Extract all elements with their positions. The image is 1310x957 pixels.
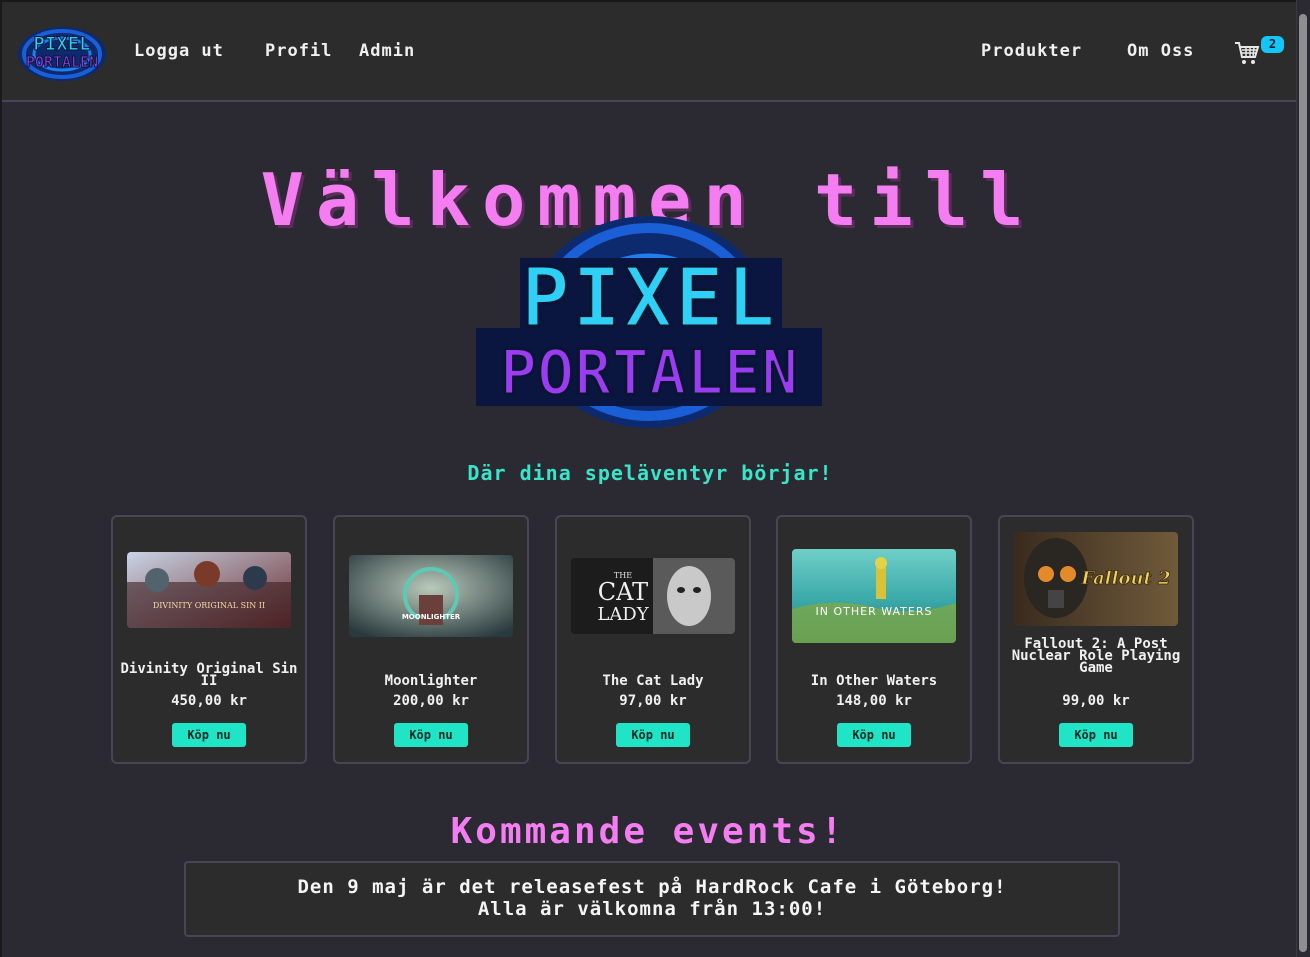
product-image-text: MOONLIGHTER bbox=[402, 613, 461, 621]
event-text-line-2: Alla är välkomna från 13:00! bbox=[477, 898, 827, 920]
product-image-text: Fallout 2 bbox=[1080, 568, 1170, 589]
buy-button[interactable]: Köp nu bbox=[837, 723, 911, 747]
product-image-in-other-waters[interactable]: IN OTHER WATERS bbox=[792, 549, 956, 643]
hero-logo-text-top: PIXEL bbox=[521, 251, 778, 346]
product-card: THE CAT LADY The Cat Lady 97,00 kr Köp n… bbox=[555, 515, 751, 764]
tagline: Där dina speläventyr börjar! bbox=[467, 461, 833, 485]
events-box: Den 9 maj är det releasefest på HardRock… bbox=[184, 861, 1120, 937]
nav-logo-text-top: PIXEL bbox=[33, 33, 90, 55]
navbar: PIXEL PORTALEN Logga ut Profil Admin Pro… bbox=[2, 2, 1296, 102]
product-price: 99,00 kr bbox=[1062, 693, 1130, 709]
buy-button[interactable]: Köp nu bbox=[616, 723, 690, 747]
product-image-text-line1: CAT bbox=[598, 578, 648, 606]
nav-link-om-oss[interactable]: Om Oss bbox=[1127, 41, 1194, 61]
product-card: IN OTHER WATERS In Other Waters 148,00 k… bbox=[776, 515, 972, 764]
product-image-text: DIVINITY ORIGINAL SIN II bbox=[153, 601, 265, 610]
hero-logo-text-bottom: PORTALEN bbox=[500, 336, 799, 409]
product-image-moonlighter[interactable]: MOONLIGHTER bbox=[349, 555, 513, 637]
product-image-divinity[interactable]: DIVINITY ORIGINAL SIN II bbox=[127, 552, 291, 628]
nav-link-logga-ut[interactable]: Logga ut bbox=[134, 41, 224, 61]
product-title: The Cat Lady bbox=[602, 673, 704, 689]
event-text-line-1: Den 9 maj är det releasefest på HardRock… bbox=[297, 876, 1007, 898]
product-price: 97,00 kr bbox=[619, 693, 687, 709]
product-card: MOONLIGHTER Moonlighter 200,00 kr Köp nu bbox=[333, 515, 529, 764]
nav-logo-text-bottom: PORTALEN bbox=[26, 53, 98, 71]
product-image-fallout-2[interactable]: Fallout 2 bbox=[1014, 532, 1178, 626]
product-image-cat-lady[interactable]: THE CAT LADY bbox=[571, 558, 735, 634]
scrollbar-thumb[interactable] bbox=[1299, 14, 1307, 952]
product-price: 200,00 kr bbox=[393, 693, 469, 709]
events-title: Kommande events! bbox=[450, 811, 846, 852]
nav-link-admin[interactable]: Admin bbox=[359, 41, 415, 61]
product-image-text-line2: LADY bbox=[597, 604, 649, 625]
nav-link-produkter[interactable]: Produkter bbox=[981, 41, 1082, 61]
shopping-cart-icon[interactable] bbox=[1234, 40, 1260, 66]
product-card: DIVINITY ORIGINAL SIN II Divinity Origin… bbox=[111, 515, 307, 764]
product-image-text: IN OTHER WATERS bbox=[816, 605, 933, 618]
product-price: 450,00 kr bbox=[171, 693, 247, 709]
product-price: 148,00 kr bbox=[836, 693, 912, 709]
product-card: Fallout 2 Fallout 2: A Post Nuclear Role… bbox=[998, 515, 1194, 764]
cart-count-badge: 2 bbox=[1261, 36, 1284, 53]
product-title: Moonlighter bbox=[384, 673, 478, 689]
product-title: Divinity Original Sin II bbox=[120, 661, 298, 689]
nav-logo[interactable]: PIXEL PORTALEN bbox=[16, 26, 108, 82]
buy-button[interactable]: Köp nu bbox=[394, 723, 468, 747]
buy-button[interactable]: Köp nu bbox=[1059, 723, 1133, 747]
product-title: In Other Waters bbox=[810, 673, 938, 689]
buy-button[interactable]: Köp nu bbox=[172, 723, 246, 747]
nav-link-profil[interactable]: Profil bbox=[265, 41, 332, 61]
hero-logo: PIXEL PORTALEN bbox=[476, 216, 822, 428]
product-title: Fallout 2: A Post Nuclear Role Playing G… bbox=[1011, 636, 1181, 676]
